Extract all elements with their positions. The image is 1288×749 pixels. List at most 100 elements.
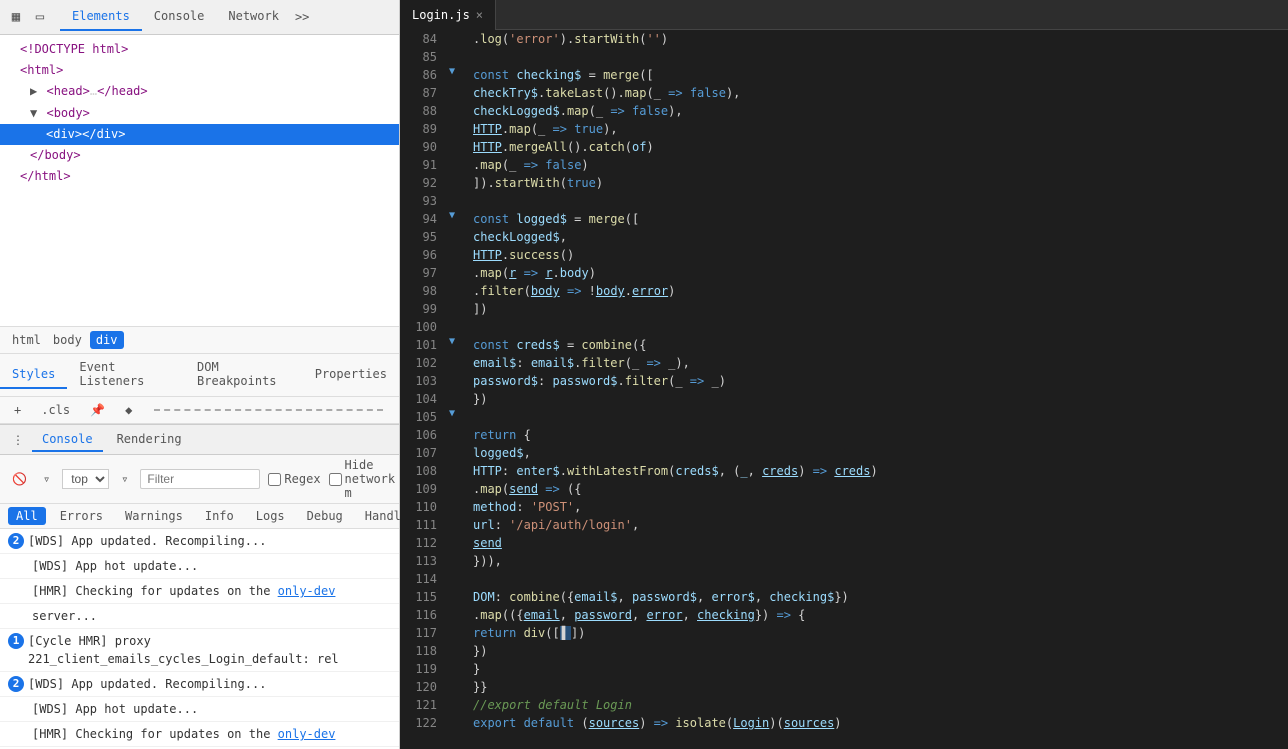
inspect-icon[interactable]: ▦ [8, 9, 24, 25]
msg-text-3: [HMR] Checking for updates on the only-d… [32, 582, 391, 600]
dom-line-html-close[interactable]: </html> [0, 166, 399, 187]
code-line-101: const creds$ = combine({ [465, 336, 1288, 354]
filter-debug-btn[interactable]: Debug [299, 507, 351, 525]
tab-console[interactable]: Console [142, 3, 217, 31]
console-toolbar: 🚫 ▿ top ▿ Regex Hide network m ▼ Prese [0, 455, 399, 504]
dom-line-html[interactable]: <html> [0, 60, 399, 81]
console-area: ⋮ Console Rendering 🚫 ▿ top ▿ Regex [0, 424, 399, 749]
code-line-98: .filter(body => !body.error) [465, 282, 1288, 300]
dom-line-head[interactable]: ▶ <head>…</head> [0, 81, 399, 102]
code-line-85 [465, 48, 1288, 66]
pin-btn[interactable]: 📌 [84, 401, 111, 419]
only-dev-link-2[interactable]: only-dev [278, 727, 336, 741]
right-panel: Login.js × 84 85 86 87 88 89 90 91 92 93 [400, 0, 1288, 749]
context-select[interactable]: top [62, 469, 109, 489]
code-line-102: email$: email$.filter(_ => _), [465, 354, 1288, 372]
code-line-94: const logged$ = merge([ [465, 210, 1288, 228]
code-line-119: } [465, 660, 1288, 678]
msg-text-6: [WDS] App updated. Recompiling... [28, 675, 391, 693]
dom-line-body-close[interactable]: </body> [0, 145, 399, 166]
add-style-btn[interactable]: + [8, 401, 27, 419]
code-line-109: .map(send => ({ [465, 480, 1288, 498]
console-filter-input[interactable] [140, 469, 260, 489]
hide-network-checkbox[interactable]: Hide network m [329, 458, 396, 500]
style-toolbar: + .cls 📌 ◆ [0, 397, 399, 424]
style-tabs: Styles Event Listeners DOM Breakpoints P… [0, 354, 399, 397]
code-tab-login[interactable]: Login.js × [400, 0, 496, 30]
code-line-121: //export default Login [465, 696, 1288, 714]
regex-checkbox[interactable]: Regex [268, 472, 320, 486]
style-tab-dom-breakpoints[interactable]: DOM Breakpoints [185, 354, 303, 396]
code-line-95: checkLogged$, [465, 228, 1288, 246]
three-dots-icon[interactable]: ⋮ [8, 429, 28, 451]
code-line-114 [465, 570, 1288, 588]
dom-line-doctype[interactable]: <!DOCTYPE html> [0, 39, 399, 60]
style-tab-styles[interactable]: Styles [0, 361, 67, 389]
code-line-100 [465, 318, 1288, 336]
code-line-116: .map(({email, password, error, checking}… [465, 606, 1288, 624]
filter-info-btn[interactable]: Info [197, 507, 242, 525]
msg-text-2: [WDS] App hot update... [32, 557, 391, 575]
breadcrumb-html[interactable]: html [8, 331, 45, 349]
line-numbers: 84 85 86 87 88 89 90 91 92 93 94 95 96 9… [400, 30, 445, 749]
code-editor: 84 85 86 87 88 89 90 91 92 93 94 95 96 9… [400, 30, 1288, 749]
badge-1: 2 [8, 533, 24, 549]
console-msg-2: [WDS] App hot update... [0, 554, 399, 579]
console-msg-4: server... [0, 604, 399, 629]
breadcrumb-body[interactable]: body [49, 331, 86, 349]
code-line-105 [465, 408, 1288, 426]
code-line-120: }} [465, 678, 1288, 696]
clear-console-btn[interactable]: 🚫 [8, 470, 31, 488]
fold-arrow-101[interactable]: ▼ [449, 336, 455, 347]
filter-all-btn[interactable]: All [8, 507, 46, 525]
style-tab-event-listeners[interactable]: Event Listeners [67, 354, 185, 396]
cls-btn[interactable]: .cls [35, 401, 76, 419]
filter-icon[interactable]: ▿ [39, 470, 54, 488]
code-tab-close-icon[interactable]: × [476, 8, 483, 22]
filter-errors-btn[interactable]: Errors [52, 507, 111, 525]
fold-arrow-94[interactable]: ▼ [449, 210, 455, 221]
fold-arrow-86[interactable]: ▼ [449, 66, 455, 77]
only-dev-link-1[interactable]: only-dev [278, 584, 336, 598]
device-icon[interactable]: ▭ [32, 9, 48, 25]
dashed-line [154, 409, 383, 411]
console-msg-5: 1 [Cycle HMR] proxy 221_client_emails_cy… [0, 629, 399, 672]
diamond-btn[interactable]: ◆ [119, 401, 138, 419]
breadcrumb-div[interactable]: div [90, 331, 124, 349]
triangle-head[interactable]: ▶ [30, 84, 37, 98]
fold-arrow-106[interactable]: ▼ [449, 408, 455, 419]
filter-buttons-bar: All Errors Warnings Info Logs Debug Hand… [0, 504, 399, 529]
console-msg-7: [WDS] App hot update... [0, 697, 399, 722]
tab-network[interactable]: Network [216, 3, 291, 31]
filter-logs-btn[interactable]: Logs [248, 507, 293, 525]
code-line-91: .map(_ => false) [465, 156, 1288, 174]
code-line-117: return div([▌]) [465, 624, 1288, 642]
tab-more[interactable]: >> [291, 4, 313, 30]
filter-levels-btn[interactable]: ▿ [117, 470, 132, 488]
panel-icons: ▦ ▭ [8, 9, 48, 25]
style-tab-properties[interactable]: Properties [303, 361, 399, 389]
dom-line-body[interactable]: ▼ <body> [0, 103, 399, 124]
console-tabs: ⋮ Console Rendering [0, 425, 399, 455]
main-split: ▦ ▭ Elements Console Network >> <!DOCTYP… [0, 0, 1288, 749]
code-line-113: })), [465, 552, 1288, 570]
msg-text-7: [WDS] App hot update... [32, 700, 391, 718]
code-line-106: return { [465, 426, 1288, 444]
console-msg-6: 2 [WDS] App updated. Recompiling... [0, 672, 399, 697]
msg-text-4: server... [32, 607, 391, 625]
code-gutter: ▼ ▼ ▼ ▼ [445, 30, 465, 749]
code-tabbar: Login.js × [400, 0, 1288, 30]
filter-warnings-btn[interactable]: Warnings [117, 507, 191, 525]
dom-line-div[interactable]: <div></div> [0, 124, 399, 145]
tab-elements[interactable]: Elements [60, 3, 142, 31]
console-msg-8: [HMR] Checking for updates on the only-d… [0, 722, 399, 747]
code-line-97: .map(r => r.body) [465, 264, 1288, 282]
console-tab-console[interactable]: Console [32, 428, 103, 452]
triangle-body[interactable]: ▼ [30, 106, 37, 120]
code-line-92: ]).startWith(true) [465, 174, 1288, 192]
code-line-112: send [465, 534, 1288, 552]
code-line-104: }) [465, 390, 1288, 408]
console-tab-rendering[interactable]: Rendering [107, 428, 192, 452]
code-line-90: HTTP.mergeAll().catch(of) [465, 138, 1288, 156]
code-content[interactable]: .log('error').startWith('') const checki… [465, 30, 1288, 749]
